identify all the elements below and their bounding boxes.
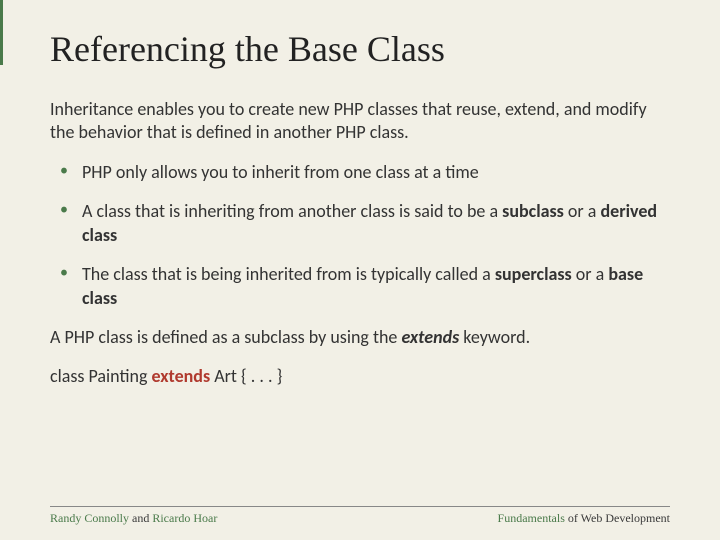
- extends-keyword-red: extends: [152, 365, 211, 387]
- footer-text: of Web Development: [565, 511, 670, 525]
- bullet-text: or a: [564, 200, 601, 222]
- footer-text: and: [129, 511, 152, 525]
- code-example: class Painting extends Art { . . . }: [50, 365, 670, 387]
- bullet-list: PHP only allows you to inherit from one …: [58, 161, 670, 310]
- bullet-text: PHP only allows you to inherit from one …: [82, 161, 479, 183]
- bullet-bold: superclass: [495, 263, 572, 285]
- author-name: Ricardo Hoar: [152, 511, 217, 525]
- para-text: A PHP class is defined as a subclass by …: [50, 326, 401, 348]
- code-text: class Painting: [50, 365, 152, 387]
- slide-title: Referencing the Base Class: [50, 28, 670, 70]
- intro-paragraph: Inheritance enables you to create new PH…: [50, 98, 670, 143]
- list-item: The class that is being inherited from i…: [58, 263, 670, 310]
- author-name: Randy Connolly: [50, 511, 129, 525]
- list-item: A class that is inheriting from another …: [58, 200, 670, 247]
- bullet-text: A class that is inheriting from another …: [82, 200, 502, 222]
- extends-paragraph: A PHP class is defined as a subclass by …: [50, 326, 670, 349]
- footer-authors: Randy Connolly and Ricardo Hoar: [50, 511, 217, 526]
- list-item: PHP only allows you to inherit from one …: [58, 161, 670, 184]
- bullet-text: or a: [572, 263, 609, 285]
- footer: Randy Connolly and Ricardo Hoar Fundamen…: [50, 506, 670, 526]
- para-text: keyword.: [459, 326, 530, 348]
- bullet-text: The class that is being inherited from i…: [82, 263, 495, 285]
- book-title-part: Fundamentals: [498, 511, 565, 525]
- extends-keyword: extends: [401, 326, 459, 348]
- footer-book: Fundamentals of Web Development: [498, 511, 670, 526]
- accent-bar: [0, 0, 3, 540]
- code-text: Art { . . . }: [210, 365, 282, 387]
- bullet-bold: subclass: [502, 200, 564, 222]
